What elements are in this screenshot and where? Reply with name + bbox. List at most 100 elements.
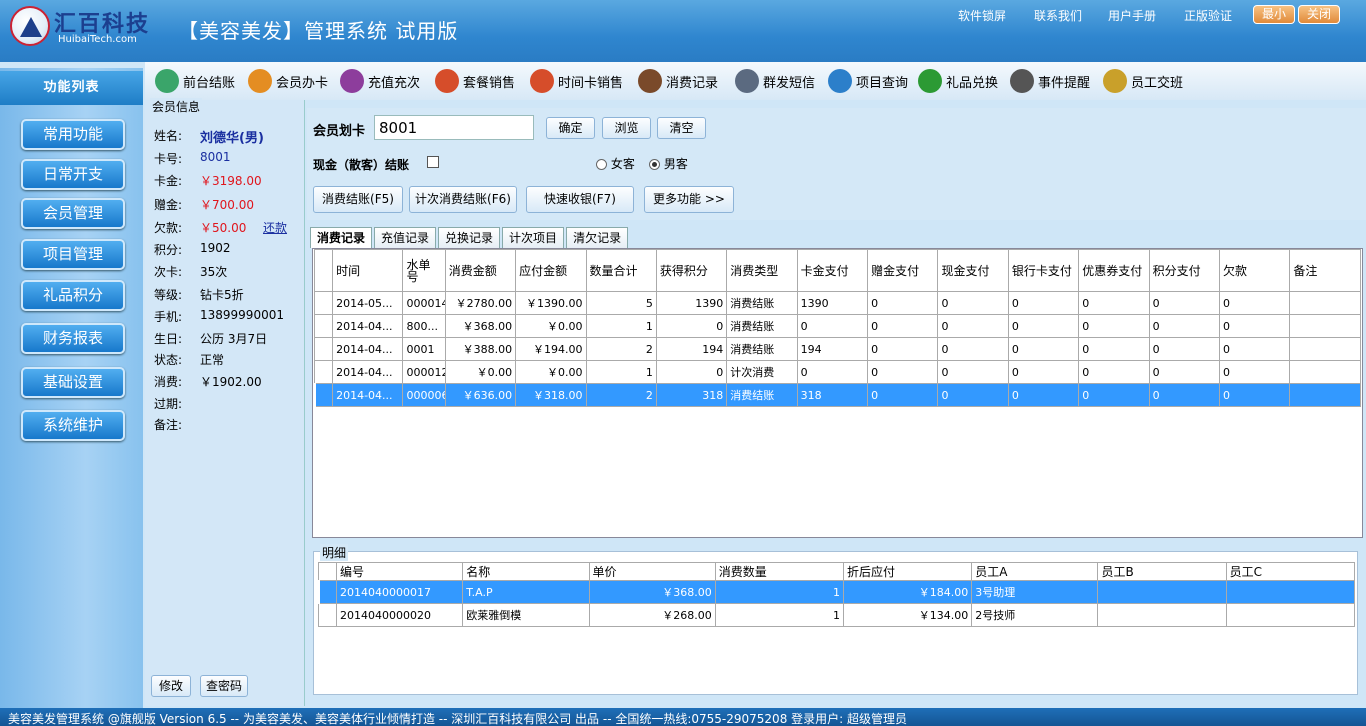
- toolbar-4-button[interactable]: 时间卡销售: [530, 66, 623, 96]
- column-header[interactable]: 名称: [462, 562, 590, 581]
- sidebar-item-finance[interactable]: 财务报表: [21, 323, 125, 354]
- column-header[interactable]: 卡金支付: [796, 249, 869, 292]
- table-cell: 2014040000017: [336, 580, 464, 604]
- female-radio[interactable]: [596, 159, 607, 170]
- sidebar-item-settings[interactable]: 基础设置: [21, 367, 125, 398]
- contact-us-link[interactable]: 联系我们: [1034, 7, 1082, 24]
- table-cell: 0: [796, 360, 869, 384]
- column-header[interactable]: 编号: [336, 562, 464, 581]
- table-cell: [1289, 314, 1361, 338]
- table-cell: 0: [937, 291, 1009, 315]
- table-row[interactable]: 2014040000020 欧莱雅倒模 ￥268.00 1 ￥134.00 2号技师: [317, 603, 1356, 627]
- toolbar-9-button[interactable]: 事件提醒: [1010, 66, 1090, 96]
- license-verify-link[interactable]: 正版验证: [1184, 7, 1232, 24]
- tab-count-items[interactable]: 计次项目: [502, 227, 565, 248]
- table-row[interactable]: 2014040000017 T.A.P ￥368.00 1 ￥184.00 3号助理: [316, 580, 1356, 604]
- toolbar-7-button[interactable]: 项目查询: [828, 66, 908, 96]
- column-header[interactable]: 时间: [332, 249, 404, 292]
- lock-screen-link[interactable]: 软件锁屏: [958, 7, 1006, 24]
- member-field-label: 过期:: [154, 397, 183, 411]
- column-header[interactable]: 员工C: [1225, 562, 1356, 581]
- toolbar-0-button[interactable]: 前台结账: [155, 66, 235, 96]
- table-row[interactable]: 2014-04... 0001 ￥388.00 ￥194.00 2 194 消费结账 194 0…: [313, 337, 1361, 361]
- tab-debt-clear[interactable]: 清欠记录: [566, 227, 629, 248]
- column-header[interactable]: 数量合计: [585, 249, 657, 292]
- consumption-records-grid[interactable]: 时间 水单号 消费金额 应付金额 数量合计 获得积分 消费类型 卡金支付 赠金支付 现金支付 银行卡…: [312, 248, 1363, 538]
- member-field-row: 姓名: 刘德华(男): [154, 127, 304, 147]
- toolbar-1-button[interactable]: 会员办卡: [248, 66, 328, 96]
- row-selector[interactable]: [313, 291, 334, 315]
- confirm-button[interactable]: 确定: [546, 117, 595, 139]
- repay-link[interactable]: 还款: [263, 219, 287, 236]
- column-header[interactable]: 备注: [1289, 249, 1361, 292]
- male-radio[interactable]: [649, 159, 660, 170]
- tab-exchange[interactable]: 兑换记录: [438, 227, 501, 248]
- row-selector[interactable]: [313, 360, 334, 384]
- column-header[interactable]: 水单号: [402, 249, 446, 292]
- table-cell: 2: [585, 337, 657, 361]
- toolbar-3-button[interactable]: 套餐销售: [435, 66, 515, 96]
- column-header[interactable]: 员工B: [1097, 562, 1227, 581]
- table-row[interactable]: 2014-04... 800... ￥368.00 ￥0.00 1 0 消费结账 0 0 0 0 0 0…: [313, 314, 1361, 338]
- tab-consumption[interactable]: 消费记录: [310, 227, 373, 248]
- table-cell: 消费结账: [726, 291, 798, 315]
- toolbar-5-button[interactable]: 消费记录: [638, 66, 718, 96]
- female-radio-group[interactable]: 女客: [596, 155, 635, 172]
- member-field-label: 姓名:: [154, 129, 183, 143]
- column-header[interactable]: 欠款: [1219, 249, 1291, 292]
- column-header[interactable]: 赠金支付: [867, 249, 939, 292]
- sidebar-item-maintenance[interactable]: 系统维护: [21, 410, 125, 441]
- table-cell: 194: [655, 337, 728, 361]
- row-selector[interactable]: [317, 603, 338, 627]
- row-selector[interactable]: [316, 580, 338, 604]
- column-header[interactable]: 折后应付: [842, 562, 973, 581]
- column-header[interactable]: 员工A: [971, 562, 1099, 581]
- column-header[interactable]: 现金支付: [937, 249, 1009, 292]
- quick-cash-f7-button[interactable]: 快速收银(F7): [526, 186, 634, 213]
- column-header[interactable]: 消费数量: [714, 562, 844, 581]
- tab-recharge[interactable]: 充值记录: [374, 227, 437, 248]
- query-password-button[interactable]: 查密码: [200, 675, 248, 697]
- column-header[interactable]: 优惠券支付: [1078, 249, 1150, 292]
- member-card-input[interactable]: [374, 115, 534, 140]
- more-functions-button[interactable]: 更多功能 >>: [644, 186, 734, 213]
- row-selector[interactable]: [313, 337, 334, 361]
- detail-grid[interactable]: 编号 名称 单价 消费数量 折后应付 员工A 员工B 员工C 2014040000017 T.A…: [316, 562, 1356, 627]
- table-row[interactable]: 2014-05... 000014 ￥2780.00 ￥1390.00 5 1390 消费结…: [313, 291, 1361, 315]
- close-button[interactable]: 关闭: [1298, 5, 1340, 24]
- member-field-label: 状态:: [154, 353, 183, 367]
- toolbar-2-button[interactable]: 充值充次: [340, 66, 420, 96]
- row-selector-header: [313, 249, 334, 292]
- sidebar-item-gift-points[interactable]: 礼品积分: [21, 280, 125, 311]
- table-row[interactable]: 2014-04... 000006 ￥636.00 ￥318.00 2 318 消费结账 31…: [312, 383, 1361, 407]
- browse-button[interactable]: 浏览: [602, 117, 651, 139]
- minimize-button[interactable]: 最小: [1253, 5, 1295, 24]
- table-row[interactable]: 2014-04... 000012 ￥0.00 ￥0.00 1 0 计次消费 0 0 0 0 0 0 0: [313, 360, 1361, 384]
- toolbar-10-button[interactable]: 员工交班: [1103, 66, 1183, 96]
- edit-member-button[interactable]: 修改: [151, 675, 191, 697]
- column-header[interactable]: 银行卡支付: [1007, 249, 1080, 292]
- sidebar-item-common[interactable]: 常用功能: [21, 119, 125, 150]
- clear-button[interactable]: 清空: [657, 117, 706, 139]
- toolbar-8-button[interactable]: 礼品兑换: [918, 66, 998, 96]
- count-checkout-f6-button[interactable]: 计次消费结账(F6): [409, 186, 517, 213]
- sidebar-item-member[interactable]: 会员管理: [21, 198, 125, 229]
- table-cell: ￥1390.00: [515, 291, 587, 315]
- column-header[interactable]: 消费类型: [726, 249, 798, 292]
- checkout-f5-button[interactable]: 消费结账(F5): [313, 186, 403, 213]
- column-header[interactable]: 积分支付: [1148, 249, 1221, 292]
- user-manual-link[interactable]: 用户手册: [1108, 7, 1156, 24]
- row-selector[interactable]: [312, 383, 334, 407]
- member-field-label: 卡金:: [154, 174, 183, 188]
- cash-checkout-checkbox[interactable]: [427, 156, 439, 168]
- column-header[interactable]: 应付金额: [515, 249, 587, 292]
- row-selector[interactable]: [313, 314, 334, 338]
- table-cell: T.A.P: [462, 580, 590, 604]
- male-radio-group[interactable]: 男客: [649, 155, 688, 172]
- column-header[interactable]: 单价: [588, 562, 716, 581]
- column-header[interactable]: 消费金额: [444, 249, 517, 292]
- column-header[interactable]: 获得积分: [655, 249, 728, 292]
- sidebar-item-daily-expense[interactable]: 日常开支: [21, 159, 125, 190]
- sidebar-item-project[interactable]: 项目管理: [21, 239, 125, 270]
- toolbar-6-button[interactable]: 群发短信: [735, 66, 815, 96]
